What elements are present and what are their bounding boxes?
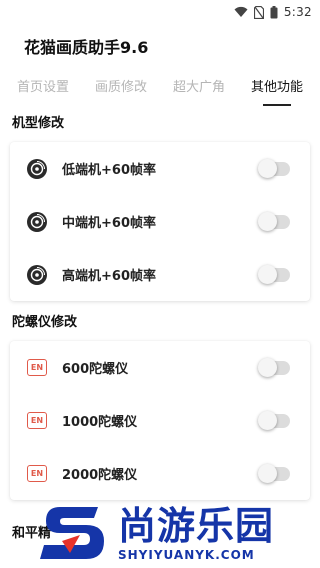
gyro-row-600[interactable]: EN 600陀螺仪	[10, 341, 310, 394]
toggle-switch[interactable]	[258, 410, 290, 430]
row-label: 600陀螺仪	[62, 362, 129, 377]
no-sim-icon	[253, 5, 264, 19]
row-label: 1000陀螺仪	[62, 415, 138, 430]
watermark-s-logo-icon	[40, 501, 112, 565]
gyro-card: EN 600陀螺仪 EN 1000陀螺仪 EN 2000陀螺仪	[10, 341, 310, 500]
en-badge-icon: EN	[26, 463, 48, 485]
toggle-knob	[258, 211, 277, 231]
wifi-icon	[234, 6, 248, 18]
watermark-cn: 尚游乐园	[118, 504, 275, 548]
disc-icon	[26, 158, 48, 180]
watermark-logo: 尚游乐园 SHYIYUANYK.COM	[40, 498, 320, 568]
badge-text: EN	[27, 412, 47, 429]
disc-icon	[26, 211, 48, 233]
app-bar: 花猫画质助手9.6	[0, 24, 320, 68]
toggle-knob	[258, 158, 277, 178]
toggle-knob	[258, 357, 277, 377]
section-title-gyro: 陀螺仪修改	[12, 315, 78, 330]
en-badge-icon: EN	[26, 357, 48, 379]
model-row-low[interactable]: 低端机+60帧率	[10, 142, 310, 195]
toggle-switch[interactable]	[258, 463, 290, 483]
model-card: 低端机+60帧率 中端机+60帧率 高端机+60帧率	[10, 142, 310, 301]
badge-text: EN	[27, 465, 47, 482]
row-label: 2000陀螺仪	[62, 468, 138, 483]
tab-bar: 首页设置 画质修改 超大广角 其他功能	[0, 68, 320, 112]
model-row-mid[interactable]: 中端机+60帧率	[10, 195, 310, 248]
badge-text: EN	[27, 359, 47, 376]
tab-quality-edit[interactable]: 画质修改	[82, 68, 160, 112]
battery-icon	[270, 5, 278, 19]
toggle-switch[interactable]	[258, 357, 290, 377]
status-time: 5:32	[283, 5, 312, 19]
row-label: 低端机+60帧率	[62, 163, 156, 178]
toggle-switch[interactable]	[258, 264, 290, 284]
en-badge-icon: EN	[26, 410, 48, 432]
tab-home-settings[interactable]: 首页设置	[4, 68, 82, 112]
watermark-text: 尚游乐园 SHYIYUANYK.COM	[118, 504, 274, 562]
toggle-switch[interactable]	[258, 211, 290, 231]
toggle-switch[interactable]	[258, 158, 290, 178]
row-label: 高端机+60帧率	[62, 269, 156, 284]
row-label: 中端机+60帧率	[62, 216, 156, 231]
watermark-en: SHYIYUANYK.COM	[118, 548, 255, 562]
gyro-row-2000[interactable]: EN 2000陀螺仪	[10, 447, 310, 500]
tab-wide-angle[interactable]: 超大广角	[160, 68, 238, 112]
disc-icon	[26, 264, 48, 286]
tab-other-functions[interactable]: 其他功能	[238, 68, 316, 112]
model-row-high[interactable]: 高端机+60帧率	[10, 248, 310, 301]
toggle-knob	[258, 264, 277, 284]
toggle-knob	[258, 410, 277, 430]
status-bar: 5:32	[0, 0, 320, 24]
toggle-knob	[258, 463, 277, 483]
section-title-model: 机型修改	[12, 116, 65, 131]
app-title: 花猫画质助手9.6	[24, 38, 149, 57]
gyro-row-1000[interactable]: EN 1000陀螺仪	[10, 394, 310, 447]
